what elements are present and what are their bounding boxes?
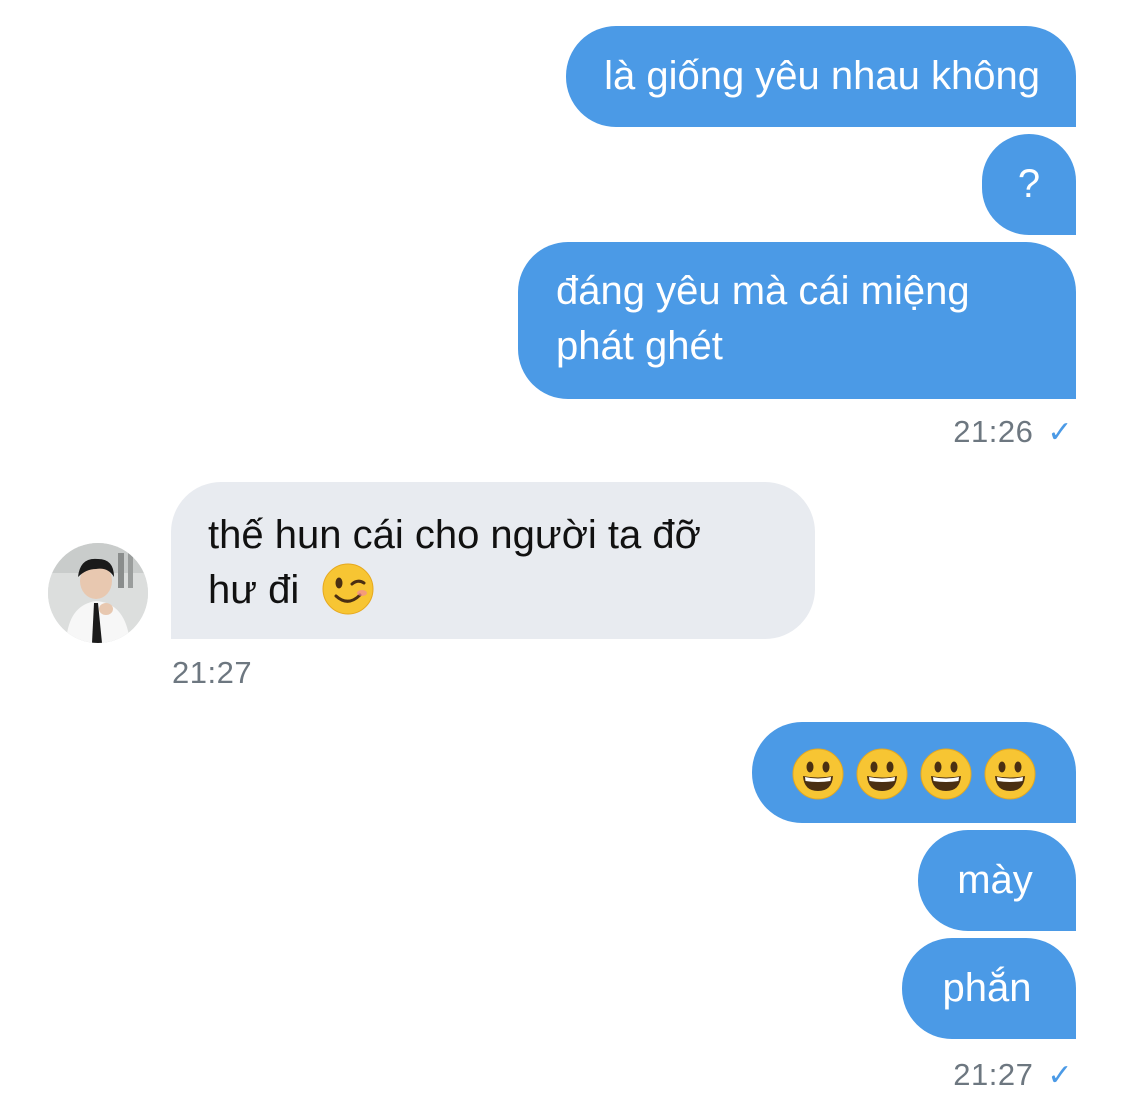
message-text-line: phát ghét [556, 324, 723, 368]
sent-message-bubble[interactable]: đáng yêu mà cái miệng phát ghét [518, 242, 1076, 399]
message-text: hư đi [208, 568, 300, 612]
timestamp-text: 21:27 [953, 1057, 1034, 1092]
message-text: phắn [942, 966, 1032, 1010]
chat-thread[interactable]: là giống yêu nhau không ? đáng yêu mà cá… [0, 0, 1125, 1112]
message-text-line: hư đi [208, 563, 785, 618]
sent-message-bubble[interactable]: là giống yêu nhau không [566, 26, 1076, 127]
read-check-icon: ✓ [1047, 1059, 1073, 1092]
sent-message-bubble[interactable]: phắn [902, 938, 1076, 1039]
winking-face-icon [322, 563, 374, 615]
grinning-face-icon [920, 748, 972, 800]
sent-message-bubble[interactable]: ? [982, 134, 1076, 235]
read-check-icon: ✓ [1047, 416, 1073, 449]
grinning-face-icon [856, 748, 908, 800]
timestamp-text: 21:27 [172, 655, 253, 690]
message-text-line: thế hun cái cho người ta đỡ [208, 513, 701, 557]
sent-message-bubble[interactable]: mày [918, 830, 1076, 931]
contact-avatar[interactable] [48, 543, 148, 643]
sent-message-bubble[interactable] [752, 722, 1076, 823]
emoji-row [792, 748, 1036, 800]
grinning-face-icon [984, 748, 1036, 800]
message-text: là giống yêu nhau không [604, 54, 1040, 98]
message-text: mày [957, 858, 1033, 902]
message-timestamp: 21:27 ✓ [953, 1057, 1073, 1093]
received-message-bubble[interactable]: thế hun cái cho người ta đỡ hư đi [171, 482, 815, 639]
message-text-line: đáng yêu mà cái miệng [556, 269, 970, 313]
timestamp-text: 21:26 [953, 414, 1034, 449]
message-timestamp: 21:27 [172, 655, 252, 691]
message-timestamp: 21:26 ✓ [953, 414, 1073, 450]
message-text: ? [1017, 162, 1041, 206]
grinning-face-icon [792, 748, 844, 800]
contact-photo-avatar [48, 543, 148, 643]
